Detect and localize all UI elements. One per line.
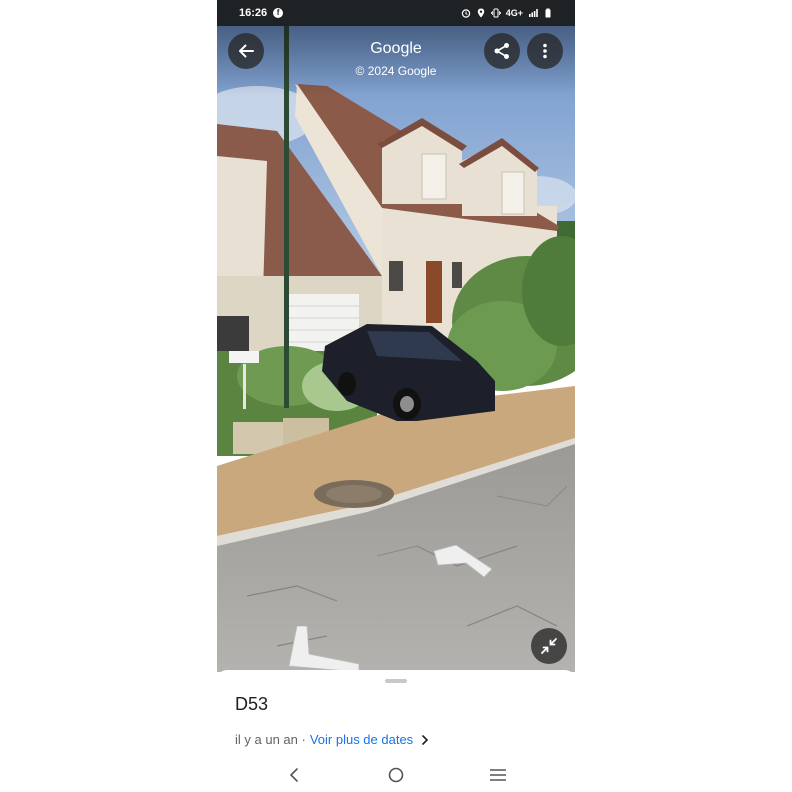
system-nav-bar — [217, 762, 575, 792]
status-bar: 16:26 f 4G+ — [217, 0, 575, 26]
network-type: 4G+ — [505, 8, 523, 18]
chevron-arrow-icon[interactable] — [287, 626, 359, 672]
nav-back-button[interactable] — [281, 764, 307, 786]
street-view-panorama[interactable] — [217, 26, 575, 672]
capture-date: il y a un an · — [235, 732, 306, 747]
back-button[interactable] — [228, 33, 264, 69]
minimize-icon — [541, 638, 557, 654]
share-icon — [494, 43, 509, 59]
chevron-arrow-icon[interactable] — [432, 545, 492, 581]
sheet-drag-handle[interactable] — [385, 679, 407, 683]
signal-icon — [529, 9, 538, 17]
top-gradient — [217, 26, 575, 96]
nav-back-icon — [289, 768, 298, 782]
nav-recents-button[interactable] — [485, 764, 511, 786]
copyright-text: © 2024 Google — [355, 64, 437, 78]
nav-recents-icon — [490, 769, 506, 781]
exit-fullscreen-button[interactable] — [531, 628, 567, 664]
status-left: 16:26 f — [239, 7, 284, 19]
place-title: D53 — [235, 694, 269, 714]
battery-icon — [545, 8, 551, 18]
vibrate-icon — [490, 8, 501, 18]
nav-home-button[interactable] — [383, 764, 409, 786]
status-time: 16:26 — [239, 7, 268, 19]
location-icon — [477, 8, 484, 18]
chevron-right-icon[interactable] — [421, 734, 429, 745]
more-vertical-icon — [543, 43, 547, 59]
more-dates-link[interactable]: Voir plus de dates — [310, 732, 413, 747]
streetview-title: Google — [370, 40, 422, 57]
share-button[interactable] — [484, 33, 520, 69]
arrow-left-icon — [239, 44, 254, 58]
alarm-icon — [461, 9, 470, 18]
more-options-button[interactable] — [527, 33, 563, 69]
phone-screen: 16:26 f 4G+ Google © 2024 Google D53 il … — [217, 0, 575, 792]
nav-home-icon — [388, 767, 404, 783]
status-right: 4G+ — [461, 8, 553, 18]
facebook-icon: f — [273, 8, 284, 18]
street-view-image — [217, 26, 575, 672]
date-row: il y a un an · Voir plus de dates — [235, 732, 429, 747]
